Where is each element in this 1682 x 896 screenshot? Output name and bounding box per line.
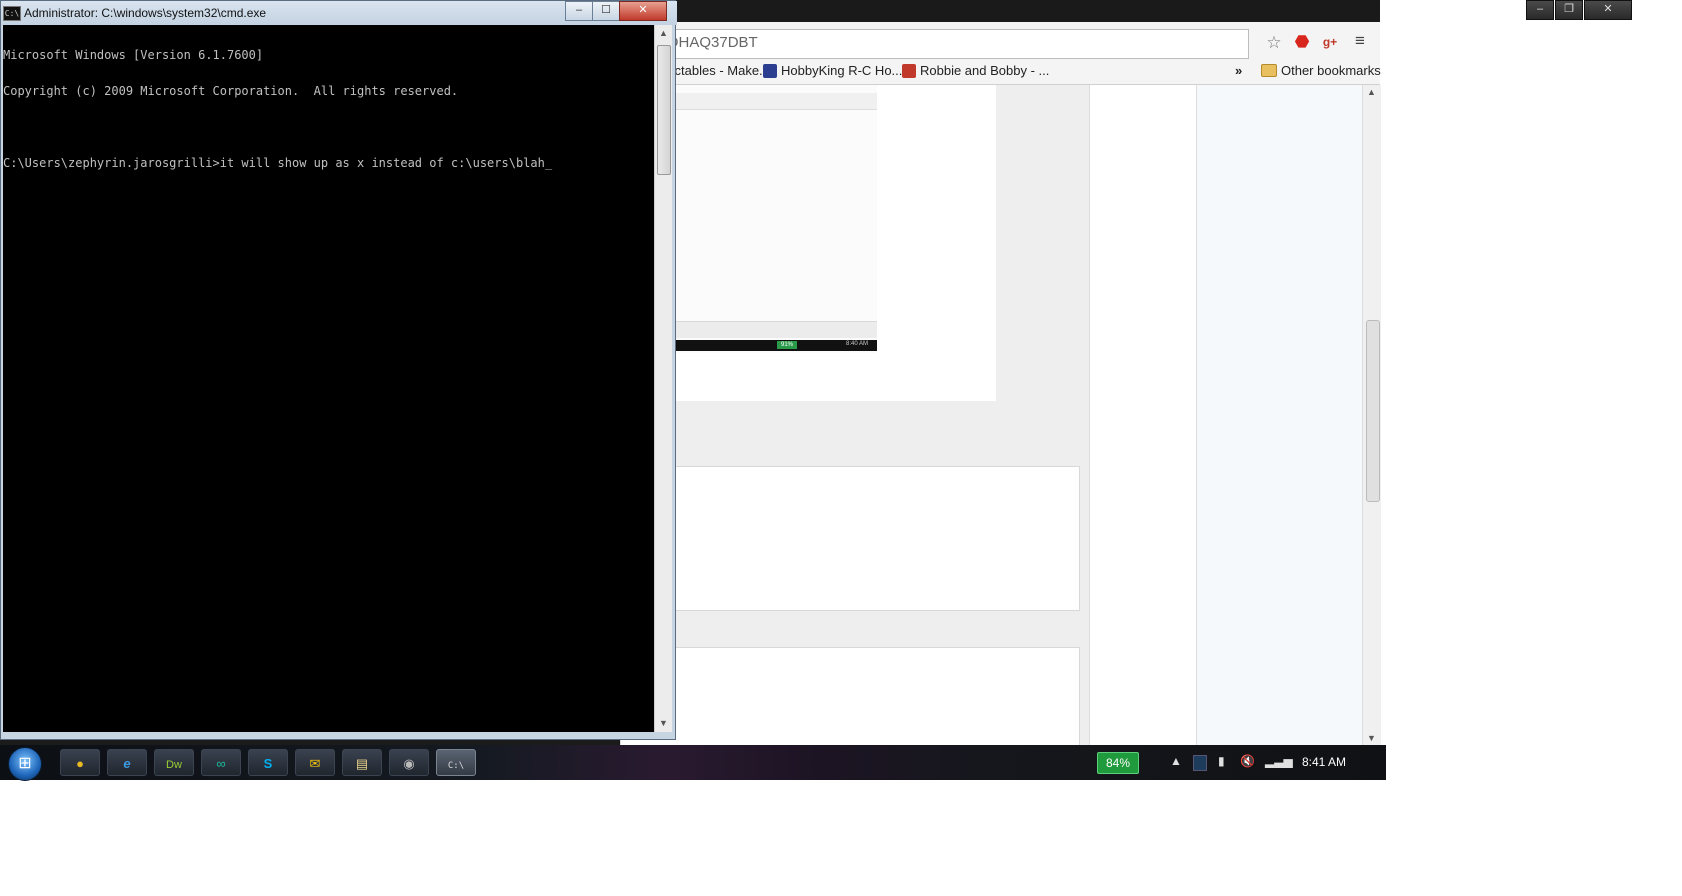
messenger-icon: ✉ [309,756,321,771]
scrollbar-thumb[interactable] [657,45,671,175]
image-frame: 91% 8:40 AM [620,85,996,401]
cmd-maximize-button[interactable]: ☐ [592,1,620,21]
folder-icon [1261,64,1277,77]
robbie-bobby-icon [902,63,916,78]
console-line: Copyright (c) 2009 Microsoft Corporation… [3,84,459,98]
embedded-battery: 91% [777,341,797,349]
hobbyking-icon [763,63,777,78]
wifi-signal-icon[interactable]: ▂▃▅ [1265,754,1293,768]
taskbar-app-messenger[interactable]: ✉ [295,749,335,776]
file-explorer-icon: ▤ [355,756,369,771]
taskbar-app-file-explorer[interactable]: ▤ [342,749,382,776]
cmd-scrollbar[interactable]: ▲ ▼ [654,25,672,732]
console-line: Microsoft Windows [Version 6.1.7600] [3,48,264,62]
scroll-up-arrow-icon[interactable]: ▲ [1363,87,1380,97]
chrome-icon: ● [76,756,84,771]
browser-minimize-button[interactable]: – [1526,0,1554,20]
dreamweaver-icon: Dw [166,759,182,771]
menu-icon[interactable]: ≡ [1350,31,1370,51]
cmd-window: C:\ Administrator: C:\windows\system32\c… [0,0,677,740]
browser-scrollbar[interactable]: ▲ ▼ [1362,85,1381,745]
scroll-up-arrow-icon[interactable]: ▲ [655,28,672,38]
scrollbar-thumb[interactable] [1366,320,1380,502]
taskbar-app-internet-explorer[interactable]: e [107,749,147,776]
arduino-icon: ∞ [216,756,226,771]
bookmark-label: Robbie and Bobby - ... [920,63,1050,78]
browser-toolbar: GBO4DHAQ37DBT ☆ ⬣ g+ ≡ Instructables - M… [620,22,1381,85]
page-content: 91% 8:40 AM [620,85,1362,759]
bookmark-item[interactable]: Robbie and Bobby - ... [902,63,1049,78]
browser-window: – ❐ ✕ GBO4DHAQ37DBT ☆ ⬣ g+ ≡ Instructabl… [620,0,1632,759]
taskbar-app-chrome[interactable]: ● [60,749,100,776]
console-prompt-line: C:\Users\zephyrin.jarosgrilli>it will sh… [3,156,553,170]
embedded-clock: 8:40 AM [846,341,869,347]
taskbar-app-misc[interactable]: ◉ [389,749,429,776]
battery-icon[interactable]: ▮ [1218,754,1225,768]
sidebar-column [1089,85,1197,745]
cmd-icon: C:\ [3,6,21,21]
taskbar-app-dreamweaver[interactable]: Dw [154,749,194,776]
cmd-icon: C:\ [447,761,465,771]
windows-logo-icon: ⊞ [18,755,32,772]
clock[interactable]: 8:41 AM [1302,755,1346,769]
taskbar-app-skype[interactable]: S [248,749,288,776]
skype-icon: S [263,756,273,771]
taskbar: ⊞ ● e Dw ∞ S ✉ ▤ ◉ C:\ 84% ▲ ▮ 🔇 ▂▃▅ 8:4… [0,745,1386,781]
taskbar-app-arduino[interactable]: ∞ [201,749,241,776]
bookmark-star-icon[interactable]: ☆ [1264,33,1284,53]
network-adapter-icon[interactable] [1193,755,1207,771]
address-bar[interactable]: GBO4DHAQ37DBT ☆ [620,29,1282,59]
console-output[interactable]: Microsoft Windows [Version 6.1.7600] Cop… [3,25,654,732]
bookmarks-bar: Instructables - Make... HobbyKing R-C Ho… [620,58,1381,84]
window-title: Administrator: C:\windows\system32\cmd.e… [24,6,267,20]
content-card [620,466,1080,611]
start-button[interactable]: ⊞ [8,747,42,781]
volume-muted-icon[interactable]: 🔇 [1240,754,1255,768]
cmd-titlebar[interactable]: C:\ Administrator: C:\windows\system32\c… [1,1,677,25]
battery-indicator[interactable]: 84% [1097,752,1139,774]
app-misc-icon: ◉ [403,756,415,771]
cmd-close-button[interactable]: ✕ [619,1,667,21]
bookmark-label: HobbyKing R-C Ho... [781,63,903,78]
google-plus-extension-icon[interactable]: g+ [1320,32,1340,52]
cmd-minimize-button[interactable]: – [565,1,593,21]
internet-explorer-icon: e [123,756,131,771]
scroll-down-arrow-icon[interactable]: ▼ [1363,733,1380,743]
bookmark-item[interactable]: HobbyKing R-C Ho... [763,63,902,78]
browser-titlebar: – ❐ ✕ [620,0,1632,22]
show-hidden-icons-icon[interactable]: ▲ [1170,754,1182,768]
taskbar-app-cmd[interactable]: C:\ [436,749,476,776]
right-panel [1197,85,1362,745]
scroll-down-arrow-icon[interactable]: ▼ [655,718,672,728]
browser-maximize-button[interactable]: ❐ [1555,0,1583,20]
content-card [620,647,1080,759]
bookmarks-overflow-button[interactable]: » [1235,63,1242,78]
other-bookmarks-button[interactable]: Other bookmarks [1261,63,1381,78]
other-bookmarks-label: Other bookmarks [1281,63,1381,78]
browser-close-button[interactable]: ✕ [1584,0,1632,20]
adblock-extension-icon[interactable]: ⬣ [1292,32,1312,52]
